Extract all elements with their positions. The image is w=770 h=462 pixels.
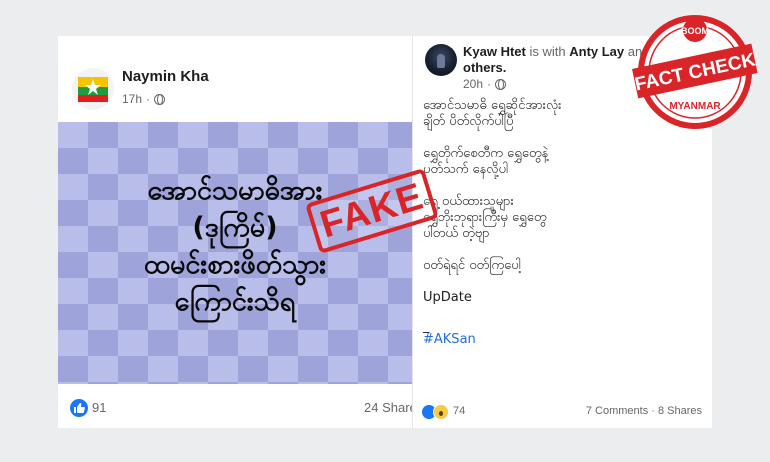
paragraph: ဝတ်ရဲရင် ဝတ်ကြပေါ့ — [423, 258, 521, 273]
separator-text: _ — [423, 319, 430, 334]
like-reaction-icon[interactable] — [70, 399, 88, 417]
boom-fact-check-badge: BOOM FACT CHECK MYANMAR — [632, 15, 758, 129]
others-link[interactable]: others. — [463, 60, 506, 75]
user-avatar[interactable] — [425, 44, 457, 76]
page-logo-avatar[interactable] — [72, 68, 114, 110]
post-body: အောင်သမာဓိ ရွှေဆိုင်အားလုံး ချိတ် ပိတ်လိ… — [423, 98, 708, 348]
badge-bottom-text: MYANMAR — [669, 101, 721, 112]
hashtag-link[interactable]: #AKSan — [423, 332, 708, 348]
badge-top-text: BOOM — [681, 26, 709, 36]
tagged-user[interactable]: Anty Lay — [569, 44, 624, 59]
paragraph: ရှေ့ ဝယ်ထားသူများ ရွှေဘိုးဘုရားကြီးမှ ရွ… — [423, 194, 547, 241]
paragraph: UpDate — [423, 290, 472, 305]
author-name[interactable]: Naymin Kha — [122, 68, 209, 85]
post-time[interactable]: 20h — [463, 77, 483, 91]
post-time[interactable]: 17h — [122, 92, 142, 106]
post-meta: 17h · — [122, 92, 166, 106]
author-name[interactable]: Kyaw Htet — [463, 44, 526, 59]
paragraph: ရွှေတိုက်စေတီက ရွှေတွေနဲ့ ပတ်သက် နေလို့ပ… — [423, 146, 549, 177]
globe-icon — [495, 78, 507, 90]
with-text: is with — [529, 44, 566, 59]
image-line-4: ကြောင်းသိရ — [174, 286, 296, 317]
post-meta: 20h · — [463, 77, 507, 91]
like-count[interactable]: 91 — [92, 400, 106, 415]
comments-shares[interactable]: 7 Comments · 8 Shares — [586, 405, 702, 417]
globe-icon — [154, 93, 166, 105]
reaction-count[interactable]: 74 — [453, 405, 465, 417]
reaction-icons[interactable] — [421, 404, 453, 420]
post-image[interactable]: အောင်သမာဓိအား (ဒုကြိမ်) ထမင်းစားဖိတ်သွား… — [58, 122, 412, 384]
image-line-3: ထမင်းစားဖိတ်သွား — [143, 249, 327, 280]
share-count[interactable]: 24 Share — [364, 400, 412, 415]
wow-reaction-icon — [433, 404, 449, 420]
